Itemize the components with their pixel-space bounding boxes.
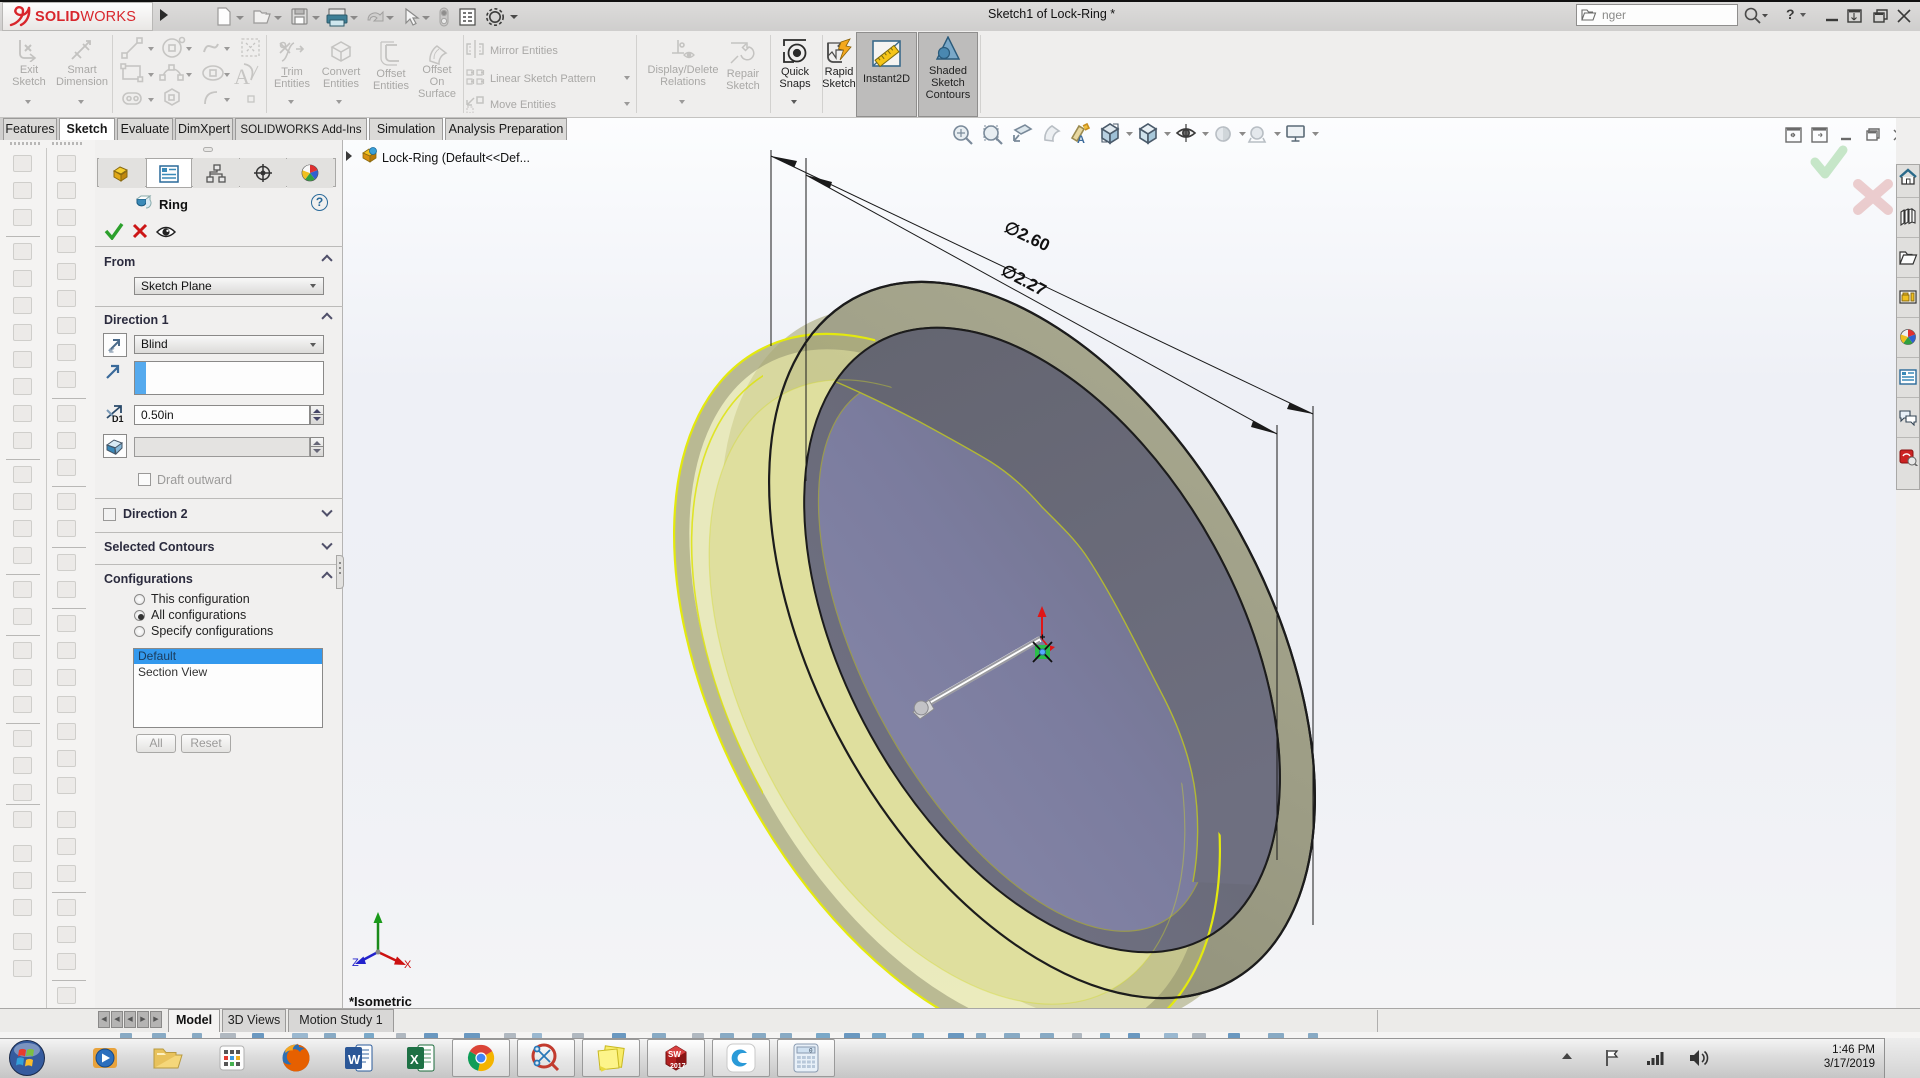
- svg-text:SW: SW: [668, 1050, 681, 1059]
- svg-text:X: X: [410, 1052, 419, 1067]
- svg-text:W: W: [348, 1052, 361, 1067]
- svg-text:X: X: [404, 959, 412, 971]
- svg-text:Lock-Ring (Default<<Def...: Lock-Ring (Default<<Def...: [382, 151, 530, 165]
- svg-text:2017: 2017: [670, 1063, 686, 1070]
- svg-text:A: A: [1077, 134, 1085, 146]
- svg-text:A: A: [234, 64, 250, 89]
- svg-text:*Isometric: *Isometric: [349, 994, 412, 1008]
- svg-text:SOLIDWORKS: SOLIDWORKS: [35, 9, 136, 25]
- svg-text:0: 0: [809, 1048, 813, 1055]
- svg-text:Z: Z: [352, 957, 359, 969]
- svg-text:D1: D1: [112, 414, 124, 424]
